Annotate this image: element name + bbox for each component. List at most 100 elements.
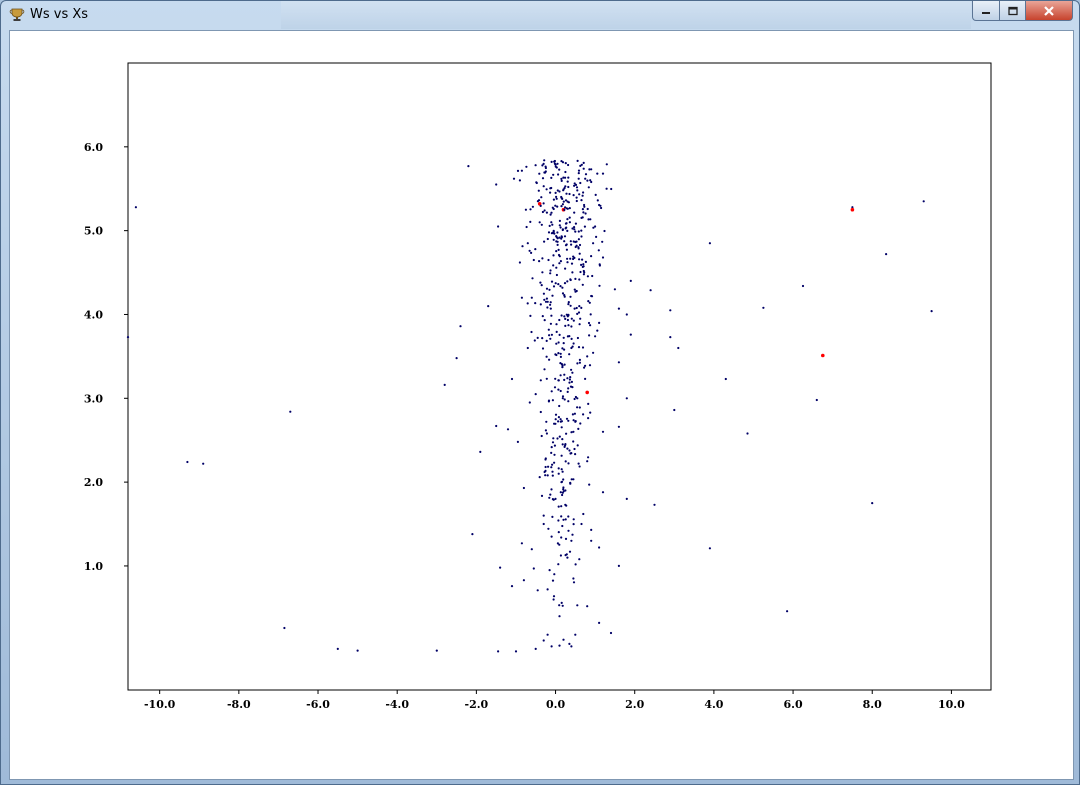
data-point xyxy=(580,229,583,232)
data-point xyxy=(126,336,130,339)
data-point xyxy=(561,604,564,607)
data-point xyxy=(572,577,575,580)
data-point xyxy=(560,536,563,539)
data-point xyxy=(559,554,563,557)
data-point xyxy=(554,413,558,416)
app-window: Ws vs Xs -10.0 -8.0 -6.0 -4.0 -2.0 0.0 2.0 4.0 6… xyxy=(0,0,1080,785)
data-point xyxy=(570,645,573,648)
data-point xyxy=(549,337,552,340)
data-point xyxy=(564,460,567,463)
data-point xyxy=(549,191,552,194)
data-point xyxy=(495,183,498,186)
data-point xyxy=(550,221,553,224)
data-point xyxy=(562,488,565,491)
data-point xyxy=(587,417,590,420)
data-point xyxy=(582,263,585,266)
data-point xyxy=(577,427,580,430)
y-tick-label: 1.0 xyxy=(84,560,103,573)
title-bar[interactable]: Ws vs Xs xyxy=(1,1,1079,29)
data-point xyxy=(559,418,562,421)
data-point xyxy=(526,302,529,305)
data-point xyxy=(555,330,558,333)
data-point xyxy=(578,406,581,409)
data-point xyxy=(556,205,559,208)
data-point xyxy=(573,182,576,185)
data-point xyxy=(540,494,544,497)
data-point xyxy=(567,462,570,465)
data-point xyxy=(554,377,557,380)
data-point xyxy=(487,305,490,308)
data-point xyxy=(550,280,554,283)
data-point xyxy=(565,417,569,420)
data-point xyxy=(552,498,555,501)
data-point xyxy=(625,497,628,500)
data-point xyxy=(531,205,535,208)
data-point xyxy=(572,430,575,433)
data-point xyxy=(580,216,583,219)
x-tick-label: -8.0 xyxy=(227,698,251,711)
data-point xyxy=(568,221,572,224)
data-point xyxy=(576,159,579,162)
data-point xyxy=(497,650,500,653)
data-point xyxy=(577,311,581,314)
data-point xyxy=(871,502,874,505)
data-point xyxy=(625,313,628,316)
data-point xyxy=(559,285,562,288)
data-point xyxy=(567,163,570,167)
data-point xyxy=(562,189,565,192)
data-point xyxy=(564,537,568,540)
data-point xyxy=(579,164,582,167)
data-point xyxy=(550,314,553,317)
data-point xyxy=(557,388,560,391)
data-point xyxy=(435,649,438,652)
data-point xyxy=(592,226,595,229)
data-point xyxy=(538,172,541,175)
data-point xyxy=(539,410,542,414)
data-point xyxy=(561,443,564,446)
data-point xyxy=(574,277,577,280)
data-point xyxy=(577,177,580,180)
data-point xyxy=(528,249,531,252)
data-point xyxy=(541,257,544,260)
data-point xyxy=(555,273,559,277)
data-point xyxy=(516,169,520,172)
data-point xyxy=(589,313,592,316)
close-button[interactable] xyxy=(1025,1,1073,21)
data-point xyxy=(570,431,573,434)
data-point xyxy=(586,355,589,358)
data-point xyxy=(586,275,590,278)
data-point xyxy=(563,348,566,351)
data-point xyxy=(467,165,470,168)
data-point xyxy=(545,377,548,380)
data-point xyxy=(588,334,591,337)
data-point xyxy=(568,381,571,384)
data-point xyxy=(617,361,621,364)
data-point xyxy=(600,206,603,210)
data-point xyxy=(567,301,570,304)
data-point xyxy=(562,518,565,521)
close-icon xyxy=(1044,5,1054,16)
data-point xyxy=(558,604,561,607)
minimize-button[interactable] xyxy=(972,1,1000,21)
data-point xyxy=(563,378,566,381)
data-point xyxy=(587,218,590,221)
data-point xyxy=(283,626,286,630)
maximize-button[interactable] xyxy=(999,1,1026,21)
data-point xyxy=(553,461,556,464)
data-point xyxy=(582,211,585,214)
data-point xyxy=(885,253,888,256)
data-point xyxy=(577,246,580,249)
data-point xyxy=(563,235,567,238)
data-point xyxy=(558,224,561,227)
data-point xyxy=(544,166,548,170)
data-point xyxy=(573,226,576,229)
data-point xyxy=(539,281,542,284)
data-point xyxy=(588,168,591,171)
data-point xyxy=(562,200,565,203)
data-point xyxy=(471,533,474,536)
data-point xyxy=(578,361,582,364)
data-point xyxy=(580,263,583,266)
data-point xyxy=(542,514,545,517)
data-point xyxy=(574,395,578,399)
data-point xyxy=(567,303,570,306)
